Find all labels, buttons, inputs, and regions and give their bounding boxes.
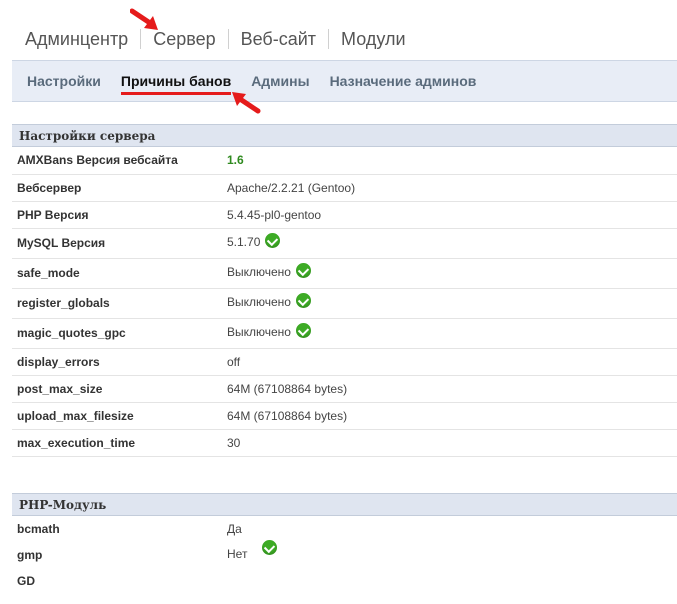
top-nav-website[interactable]: Веб-сайт — [229, 28, 328, 50]
red-arrow-icon — [232, 92, 261, 114]
row-value-cell: Нет — [227, 539, 677, 568]
row-key: upload_max_filesize — [12, 402, 227, 430]
table-row: gmp Нет — [12, 539, 677, 568]
server-settings-table: AMXBans Версия вебсайта 1.6 Вебсервер Ap… — [12, 147, 677, 457]
row-key: MySQL Версия — [12, 228, 227, 259]
table-row: magic_quotes_gpc Выключено — [12, 318, 677, 349]
table-row: max_execution_time 30 — [12, 429, 677, 457]
row-key: magic_quotes_gpc — [12, 318, 227, 349]
tab-admins[interactable]: Админы — [251, 73, 309, 89]
php-module-table: bcmath Да gmp Нет GD — [12, 516, 677, 594]
row-value — [227, 568, 677, 594]
check-circle-icon — [295, 322, 311, 338]
table-row: post_max_size 64M (67108864 bytes) — [12, 375, 677, 403]
row-value: Нет — [227, 547, 248, 562]
table-row: safe_mode Выключено — [12, 258, 677, 289]
top-nav-modules[interactable]: Модули — [329, 28, 417, 50]
table-row: PHP Версия 5.4.45-pl0-gentoo — [12, 201, 677, 229]
row-value: Выключено — [227, 325, 291, 340]
row-value-cell: Выключено — [227, 318, 677, 349]
check-circle-icon — [295, 262, 311, 278]
table-row: display_errors off — [12, 348, 677, 376]
table-row: register_globals Выключено — [12, 288, 677, 319]
section-title: Настройки сервера — [12, 124, 677, 147]
row-value: off — [227, 348, 677, 376]
table-row: bcmath Да — [12, 516, 677, 542]
row-value: 64M (67108864 bytes) — [227, 402, 677, 430]
table-row: GD — [12, 568, 677, 594]
table-row: upload_max_filesize 64M (67108864 bytes) — [12, 402, 677, 430]
row-value: 5.4.45-pl0-gentoo — [227, 201, 677, 229]
row-value: Да — [227, 522, 242, 536]
row-value: Выключено — [227, 295, 291, 310]
row-key: Вебсервер — [12, 174, 227, 202]
table-row: AMXBans Версия вебсайта 1.6 — [12, 147, 677, 175]
table-row: Вебсервер Apache/2.2.21 (Gentoo) — [12, 174, 677, 202]
tab-admin-assignment[interactable]: Назначение админов — [330, 73, 477, 89]
check-circle-icon — [265, 232, 281, 248]
row-key: display_errors — [12, 348, 227, 376]
top-nav: Админцентр Сервер Веб-сайт Модули — [25, 28, 418, 50]
row-value-cell: Выключено — [227, 288, 677, 319]
red-arrow-icon — [130, 8, 158, 30]
tab-ban-reasons[interactable]: Причины банов — [120, 73, 232, 95]
row-key: GD — [17, 574, 35, 588]
row-value: 5.1.70 — [227, 235, 261, 250]
server-settings-section: Настройки сервера AMXBans Версия вебсайт… — [12, 124, 677, 457]
row-key: register_globals — [12, 288, 227, 319]
check-circle-icon — [295, 292, 311, 308]
row-value-cell: Выключено — [227, 258, 677, 289]
row-key: gmp — [17, 548, 43, 562]
php-module-section: PHP-Модуль bcmath Да gmp Нет GD — [12, 493, 677, 594]
row-key: post_max_size — [12, 375, 227, 403]
row-value-cell: 5.1.70 — [227, 228, 677, 259]
row-key: bcmath — [17, 522, 60, 536]
check-circle-icon — [262, 539, 278, 555]
row-value: 30 — [227, 429, 677, 457]
row-value: Apache/2.2.21 (Gentoo) — [227, 174, 677, 202]
section-title: PHP-Модуль — [12, 493, 677, 516]
row-value: 1.6 — [227, 147, 677, 175]
row-key: max_execution_time — [12, 429, 227, 457]
row-value: 64M (67108864 bytes) — [227, 375, 677, 403]
tab-settings[interactable]: Настройки — [27, 73, 101, 89]
row-value: Выключено — [227, 265, 291, 280]
sub-nav: Настройки Причины банов Админы Назначени… — [12, 60, 677, 102]
row-key: safe_mode — [12, 258, 227, 289]
row-key: PHP Версия — [12, 201, 227, 229]
row-key: AMXBans Версия вебсайта — [12, 147, 227, 175]
table-row: MySQL Версия 5.1.70 — [12, 228, 677, 259]
top-nav-admincenter[interactable]: Админцентр — [25, 28, 140, 50]
